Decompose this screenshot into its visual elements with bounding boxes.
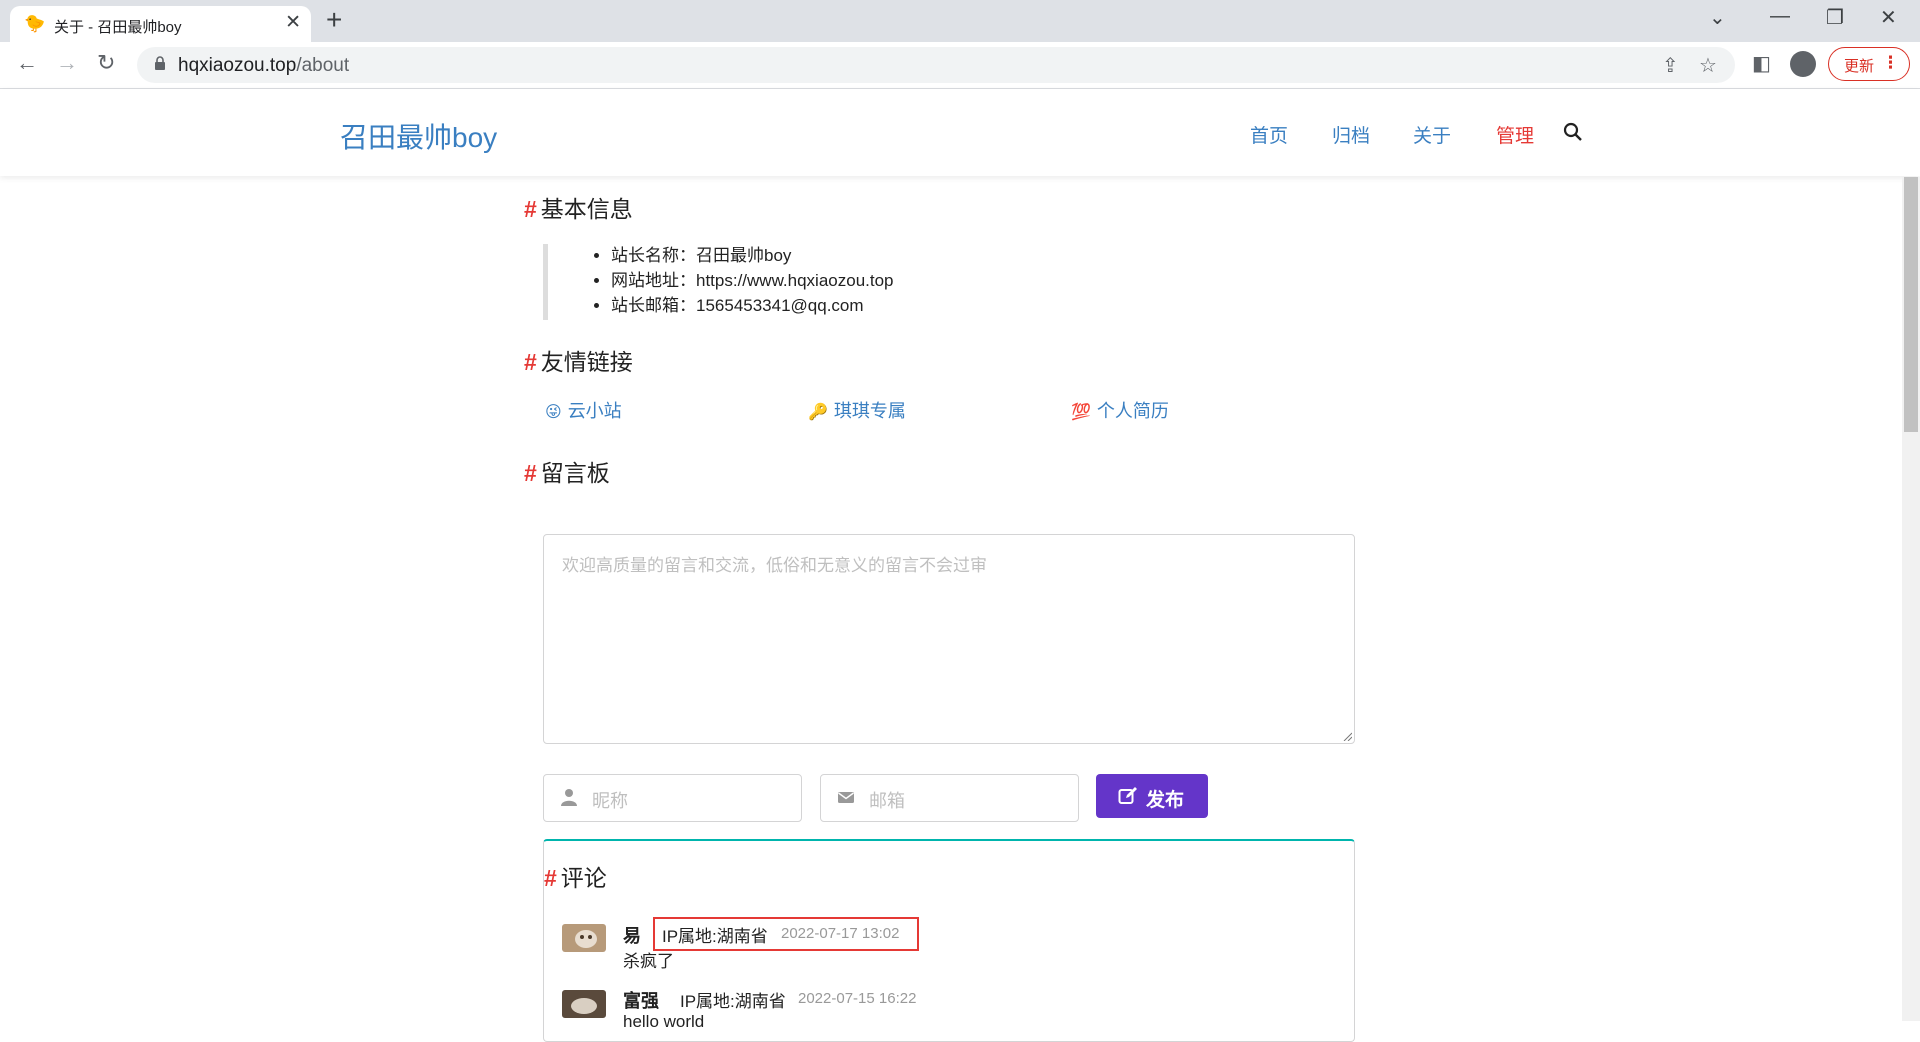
resize-handle-icon[interactable]	[1342, 731, 1352, 741]
hash-mark: #	[524, 196, 537, 222]
hash-mark: #	[524, 349, 537, 375]
avatar	[562, 990, 606, 1018]
update-button[interactable]: 更新 ⋮	[1828, 47, 1910, 81]
browser-tab[interactable]: 🐤 关于 - 召田最帅boy ✕	[10, 6, 311, 42]
window-close-icon[interactable]: ✕	[1880, 6, 1897, 30]
friend-link-label: 个人简历	[1096, 401, 1169, 421]
update-label: 更新	[1844, 58, 1875, 75]
comment-ip: IP属地:湖南省	[680, 992, 786, 1011]
browser-toolbar: ← → ↻ hqxiaozou.top/about ⇪ ☆ ◧ 更新 ⋮	[0, 42, 1920, 89]
duck-favicon-icon: 🐤	[24, 14, 46, 33]
guestbook-heading-text: 留言板	[540, 460, 610, 486]
minimize-icon[interactable]: —	[1770, 4, 1790, 28]
winking-face-icon: 😜	[545, 404, 562, 421]
browser-tab-bar: 🐤 关于 - 召田最帅boy ✕ + ⌄ — ❐ ✕	[0, 0, 1920, 42]
hash-mark: #	[544, 865, 557, 891]
email-placeholder: 邮箱	[869, 791, 905, 811]
profile-icon[interactable]	[1790, 51, 1816, 77]
search-icon[interactable]	[1563, 122, 1583, 142]
comments-heading: # 评论	[544, 859, 607, 893]
highlight-box	[653, 917, 919, 951]
close-icon[interactable]: ✕	[285, 13, 301, 33]
friend-links-heading-text: 友情链接	[540, 349, 633, 375]
share-icon[interactable]: ⇪	[1662, 53, 1679, 78]
friend-link-label: 云小站	[567, 401, 622, 421]
nickname-input[interactable]: 昵称	[543, 774, 802, 822]
site-header: 召田最帅boy 首页 归档 关于 管理	[0, 89, 1920, 176]
reload-icon[interactable]: ↻	[97, 49, 115, 77]
basic-info-heading: # 基本信息	[524, 190, 633, 224]
lock-icon	[155, 56, 165, 70]
publish-button[interactable]: 发布	[1096, 774, 1208, 818]
info-site-url: 网站地址：https://www.hqxiaozou.top	[611, 268, 894, 293]
key-icon: 🔑	[808, 404, 828, 421]
tab-title: 关于 - 召田最帅boy	[54, 19, 182, 36]
comment-text: hello world	[623, 1012, 705, 1031]
info-owner-email: 站长邮箱：1565453341@qq.com	[611, 293, 894, 318]
forward-icon[interactable]: →	[56, 49, 78, 77]
star-icon[interactable]: ☆	[1699, 53, 1717, 78]
comment-author: 富强	[623, 991, 659, 1011]
friend-link-resume[interactable]: 💯 个人简历	[1071, 397, 1169, 423]
basic-info-heading-text: 基本信息	[540, 196, 633, 222]
plus-icon[interactable]: +	[326, 6, 342, 34]
blockquote-bar	[543, 244, 548, 320]
basic-info-list: 站长名称：召田最帅boy 网站地址：https://www.hqxiaozou.…	[583, 243, 894, 318]
comment-author: 易	[623, 926, 641, 946]
chevron-down-icon[interactable]: ⌄	[1709, 6, 1726, 30]
avatar	[562, 924, 606, 952]
user-icon	[561, 789, 577, 806]
restore-icon[interactable]: ❐	[1826, 6, 1844, 30]
hash-mark: #	[524, 460, 537, 486]
kebab-menu-icon: ⋮	[1882, 53, 1899, 72]
address-bar[interactable]: hqxiaozou.top/about ⇪ ☆	[137, 47, 1735, 83]
back-icon[interactable]: ←	[16, 49, 38, 77]
site-title[interactable]: 召田最帅boy	[340, 116, 497, 156]
friend-link-yunxiaozhan[interactable]: 😜 云小站	[545, 397, 622, 423]
scrollbar[interactable]	[1902, 177, 1920, 1021]
sidepanel-icon[interactable]: ◧	[1752, 51, 1771, 76]
url-path: /about	[296, 55, 350, 76]
info-owner-name: 站长名称：召田最帅boy	[611, 243, 894, 268]
hundred-points-icon: 💯	[1071, 404, 1091, 421]
nav-about[interactable]: 关于	[1413, 121, 1451, 148]
friend-link-label: 琪琪专属	[833, 401, 906, 421]
guestbook-heading: # 留言板	[524, 454, 610, 488]
nickname-placeholder: 昵称	[592, 791, 628, 811]
message-textarea[interactable]: 欢迎高质量的留言和交流，低俗和无意义的留言不会过审	[543, 534, 1355, 744]
comment-date: 2022-07-15 16:22	[798, 990, 917, 1007]
friend-link-qiqi[interactable]: 🔑 琪琪专属	[808, 397, 906, 423]
nav-admin[interactable]: 管理	[1496, 121, 1534, 148]
textarea-placeholder: 欢迎高质量的留言和交流，低俗和无意义的留言不会过审	[562, 556, 987, 575]
scrollbar-thumb[interactable]	[1904, 177, 1918, 432]
nav-home[interactable]: 首页	[1250, 121, 1288, 148]
comments-heading-text: 评论	[560, 865, 607, 891]
url-text: hqxiaozou.top/about	[178, 55, 349, 77]
nav-archive[interactable]: 归档	[1332, 121, 1370, 148]
publish-label: 发布	[1146, 790, 1185, 811]
mail-icon	[838, 792, 854, 803]
friend-links-heading: # 友情链接	[524, 343, 633, 377]
url-host: hqxiaozou.top	[178, 55, 297, 76]
edit-icon	[1118, 787, 1137, 804]
email-input[interactable]: 邮箱	[820, 774, 1079, 822]
